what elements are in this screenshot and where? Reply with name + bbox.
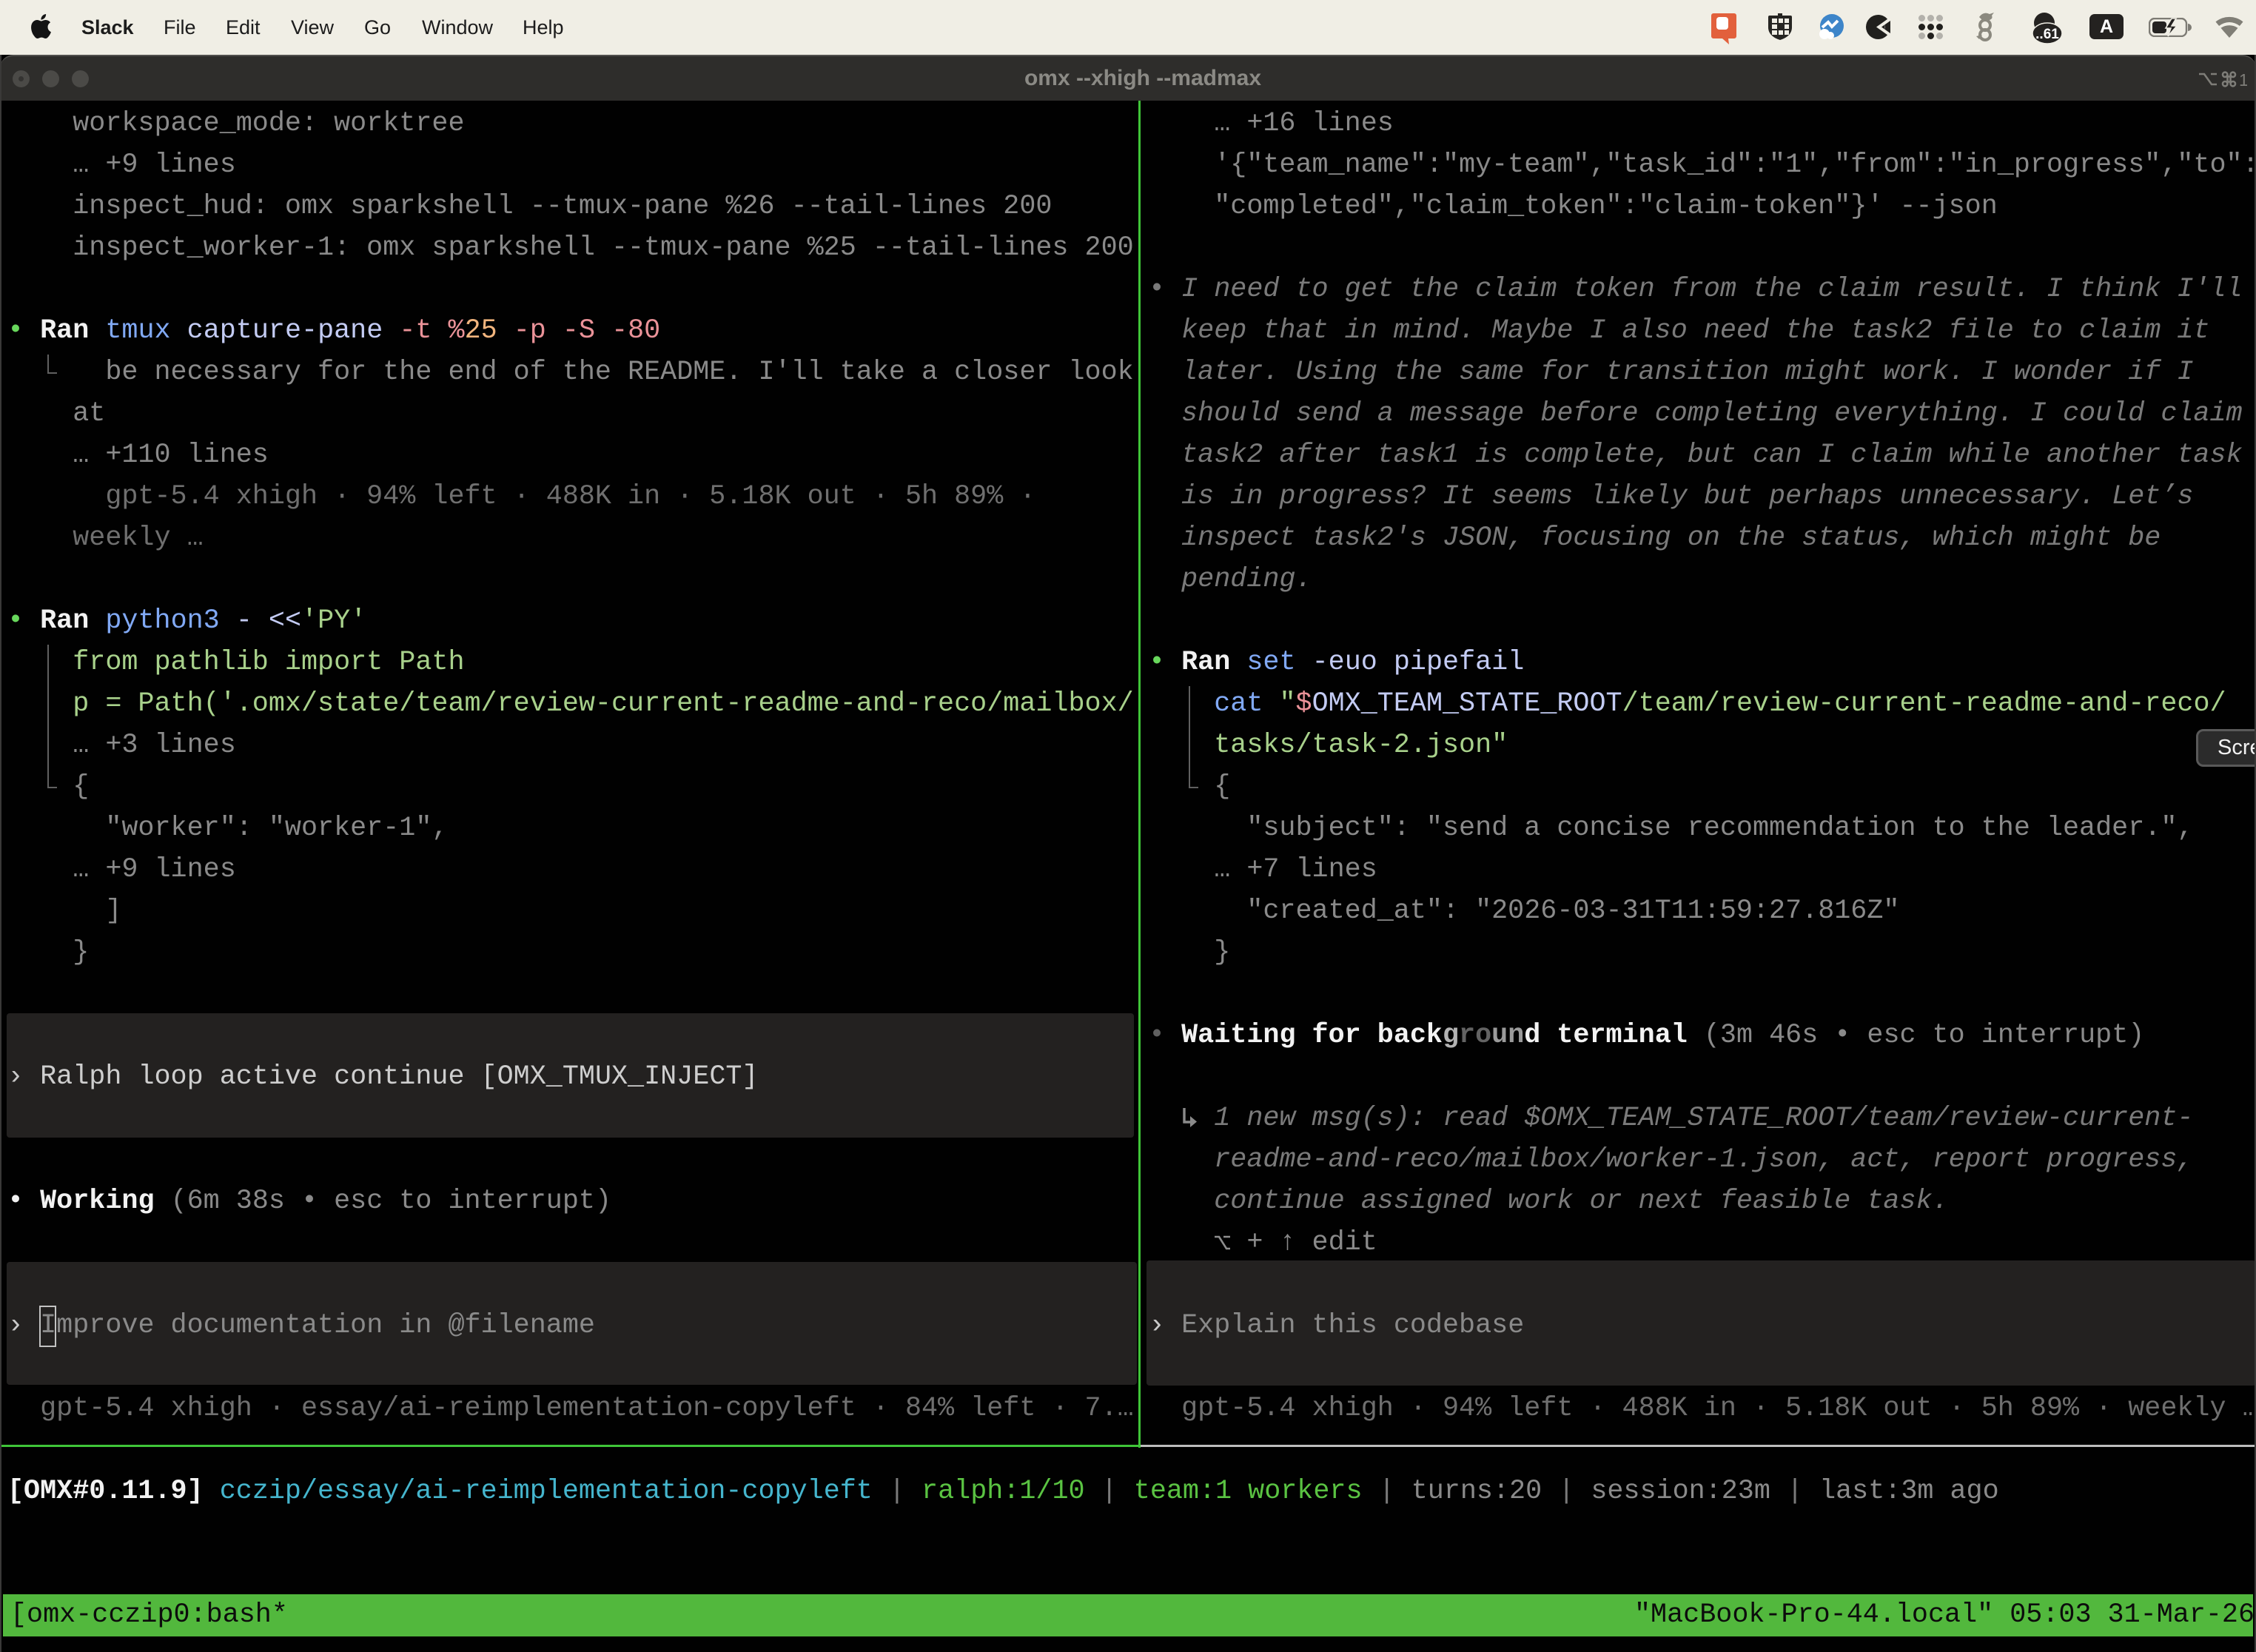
svg-text:1: 1 [2239, 70, 2247, 90]
svg-text:..61: ..61 [2035, 27, 2059, 42]
